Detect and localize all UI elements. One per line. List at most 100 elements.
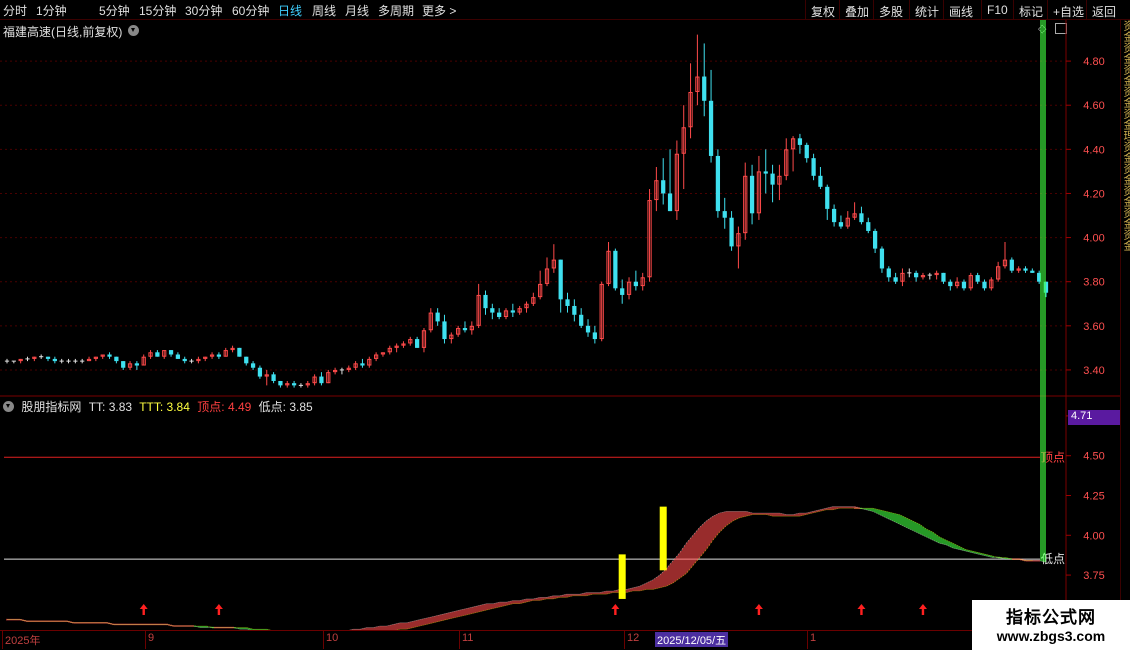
timeframe-2[interactable]: 5分钟 [99, 2, 130, 19]
up-arrow-marker [918, 604, 927, 615]
candle-body [941, 272, 946, 282]
candle-body [216, 354, 222, 357]
price-axis-label: 3.80 [1083, 277, 1104, 289]
candle-body [982, 281, 987, 289]
timeframe-5[interactable]: 60分钟 [232, 2, 269, 19]
price-axis-label: 3.60 [1083, 321, 1104, 333]
candle-body [722, 211, 727, 218]
candle-body [797, 138, 803, 145]
top-value: 4.49 [227, 400, 252, 414]
timeframe-7[interactable]: 周线 [312, 2, 336, 19]
ttt-value: 3.84 [166, 400, 190, 414]
candle-body [715, 155, 721, 212]
timeframe-1[interactable]: 1分钟 [36, 2, 67, 19]
up-arrow-marker [214, 604, 223, 615]
candle-body [620, 288, 625, 295]
candle-body [879, 248, 885, 269]
toolbar-button-3[interactable]: 统计 [909, 0, 944, 20]
timeframe-9[interactable]: 多周期 [378, 2, 414, 19]
toolbar-button-7[interactable]: +自选 [1047, 0, 1089, 20]
tt-line [7, 506, 1047, 630]
watermark-url: www.zbgs3.com [996, 628, 1106, 644]
candle-body [155, 352, 160, 357]
x-axis-label-2025-: 2025年 [1, 631, 40, 649]
candle-body [948, 281, 953, 287]
candle-body [360, 363, 365, 366]
x-axis-label-12: 12 [623, 631, 640, 649]
price-axis-label: 4.00 [1083, 233, 1104, 245]
timeframe-10[interactable]: 更多 > [422, 2, 456, 19]
candle-body [271, 374, 276, 381]
candle-body [291, 383, 297, 386]
candle-body [483, 294, 488, 309]
candle-body [585, 325, 591, 333]
timeframe-6[interactable]: 日线 [278, 2, 302, 19]
up-arrow-marker [754, 604, 763, 615]
top-toolbar: 分时 1分钟 5分钟 15分钟 30分钟 60分钟 日线 周线 月线 多周期 更多 > 复权 叠加 多股统… [0, 0, 1130, 20]
candle-body [134, 363, 139, 366]
candle-body [579, 314, 584, 326]
indicator-name: 股朋指标网 [21, 400, 82, 414]
candle-body [1023, 268, 1028, 271]
ttt-line [7, 507, 1033, 630]
candle-body [667, 193, 673, 212]
candle-body [859, 213, 864, 223]
candle-body [182, 358, 187, 362]
candle-body [490, 308, 495, 313]
toolbar-button-5[interactable]: F10 [981, 0, 1013, 20]
toolbar-button-8[interactable]: 返回 [1086, 0, 1121, 20]
timeframe-4[interactable]: 30分钟 [185, 2, 222, 19]
price-axis-label: 3.40 [1083, 365, 1104, 377]
candle-body [838, 222, 844, 227]
timeframe-0[interactable]: 分时 [3, 2, 27, 19]
candle-body [45, 356, 51, 359]
candle-body [961, 281, 967, 289]
candle-body [558, 259, 563, 300]
candle-body [818, 175, 823, 187]
candle-body [804, 144, 809, 159]
candle-body [613, 250, 618, 289]
candle-body [886, 268, 891, 278]
x-axis-label-11: 11 [458, 631, 474, 649]
candle-body [763, 171, 768, 174]
candle-body [708, 100, 714, 156]
candle-body [729, 217, 734, 247]
candle-body [415, 339, 420, 348]
watermark-title: 指标公式网 [1006, 608, 1096, 627]
candle-body [661, 180, 666, 194]
candle-body [510, 310, 515, 313]
indicator-menu-icon[interactable] [3, 401, 14, 412]
x-axis-label-1: 1 [806, 631, 817, 649]
candle-body [831, 208, 837, 223]
toolbar-button-1[interactable]: 叠加 [839, 0, 874, 20]
price-axis-label: 4.80 [1083, 56, 1104, 68]
candle-body [497, 312, 502, 317]
toolbar-button-2[interactable]: 多股 [873, 0, 908, 20]
timeframe-3[interactable]: 15分钟 [139, 2, 176, 19]
candle-body [168, 350, 174, 355]
candle-body [114, 356, 119, 362]
toolbar-button-0[interactable]: 复权 [805, 0, 840, 20]
x-axis-label-10: 10 [322, 631, 339, 649]
candle-body [866, 222, 871, 231]
up-arrow-marker [139, 604, 148, 615]
candle-body [278, 380, 283, 386]
candle-body [811, 158, 816, 176]
candle-body [1030, 270, 1035, 273]
up-arrow-marker [611, 604, 620, 615]
toolbar-button-4[interactable]: 画线 [943, 0, 978, 20]
candle-body [52, 358, 57, 362]
ttt-label: TTT: [139, 400, 164, 414]
price-axis-label: 4.20 [1083, 188, 1104, 200]
candle-body [319, 376, 324, 384]
toolbar-button-6[interactable]: 标记 [1013, 0, 1048, 20]
candle-body [121, 361, 126, 368]
candle-body [825, 186, 830, 209]
candle-body [237, 347, 242, 357]
candle-body [462, 328, 468, 331]
candle-body [250, 363, 256, 368]
timeframe-8[interactable]: 月线 [345, 2, 369, 19]
indicator-title-bar: 股朋指标网 TT: 3.83 TTT: 3.84 顶点: 4.49 低点: 3.… [3, 398, 317, 415]
x-axis-label-9: 9 [144, 631, 155, 649]
tt-label: TT: [88, 400, 106, 414]
